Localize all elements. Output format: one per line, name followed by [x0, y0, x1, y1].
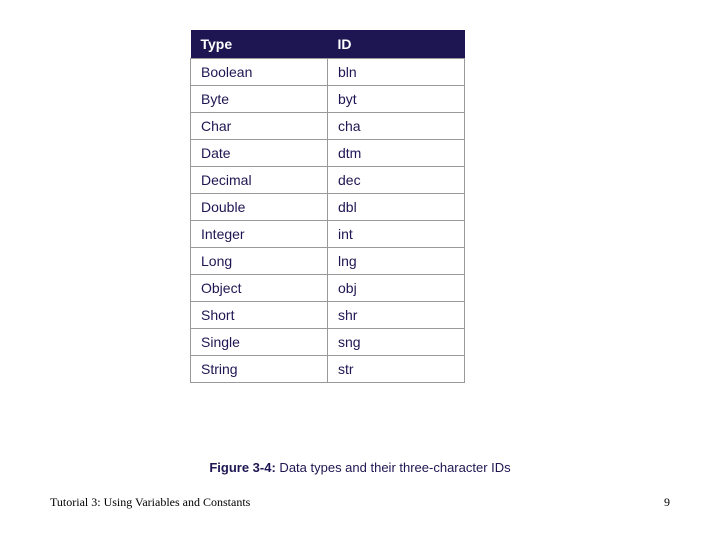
figure-caption: Figure 3-4: Data types and their three-c… [0, 460, 720, 475]
cell-id: byt [328, 86, 465, 113]
cell-id: obj [328, 275, 465, 302]
data-type-table-container: Type ID Booleanbln Bytebyt Charcha Dated… [190, 30, 465, 383]
cell-type: Date [191, 140, 328, 167]
table-row: Decimaldec [191, 167, 465, 194]
table-row: Charcha [191, 113, 465, 140]
cell-id: lng [328, 248, 465, 275]
cell-id: cha [328, 113, 465, 140]
cell-type: String [191, 356, 328, 383]
cell-type: Integer [191, 221, 328, 248]
table-row: Shortshr [191, 302, 465, 329]
cell-type: Object [191, 275, 328, 302]
table-row: Datedtm [191, 140, 465, 167]
cell-id: int [328, 221, 465, 248]
figure-text: Data types and their three-character IDs [276, 460, 511, 475]
cell-id: dec [328, 167, 465, 194]
cell-type: Double [191, 194, 328, 221]
cell-type: Char [191, 113, 328, 140]
cell-id: bln [328, 59, 465, 86]
table-header-row: Type ID [191, 30, 465, 59]
figure-label: Figure 3-4: [209, 460, 275, 475]
page-number: 9 [664, 495, 670, 510]
table-row: Booleanbln [191, 59, 465, 86]
cell-id: shr [328, 302, 465, 329]
table-row: Singlesng [191, 329, 465, 356]
cell-type: Single [191, 329, 328, 356]
data-type-table: Type ID Booleanbln Bytebyt Charcha Dated… [190, 30, 465, 383]
footer-title: Tutorial 3: Using Variables and Constant… [50, 495, 250, 510]
table-row: Longlng [191, 248, 465, 275]
cell-type: Long [191, 248, 328, 275]
table-row: Stringstr [191, 356, 465, 383]
cell-id: dtm [328, 140, 465, 167]
table-row: Bytebyt [191, 86, 465, 113]
cell-type: Decimal [191, 167, 328, 194]
table-body: Booleanbln Bytebyt Charcha Datedtm Decim… [191, 59, 465, 383]
table-row: Integerint [191, 221, 465, 248]
cell-type: Byte [191, 86, 328, 113]
cell-type: Boolean [191, 59, 328, 86]
cell-type: Short [191, 302, 328, 329]
header-type: Type [191, 30, 328, 59]
header-id: ID [328, 30, 465, 59]
table-row: Objectobj [191, 275, 465, 302]
cell-id: dbl [328, 194, 465, 221]
table-row: Doubledbl [191, 194, 465, 221]
cell-id: sng [328, 329, 465, 356]
cell-id: str [328, 356, 465, 383]
